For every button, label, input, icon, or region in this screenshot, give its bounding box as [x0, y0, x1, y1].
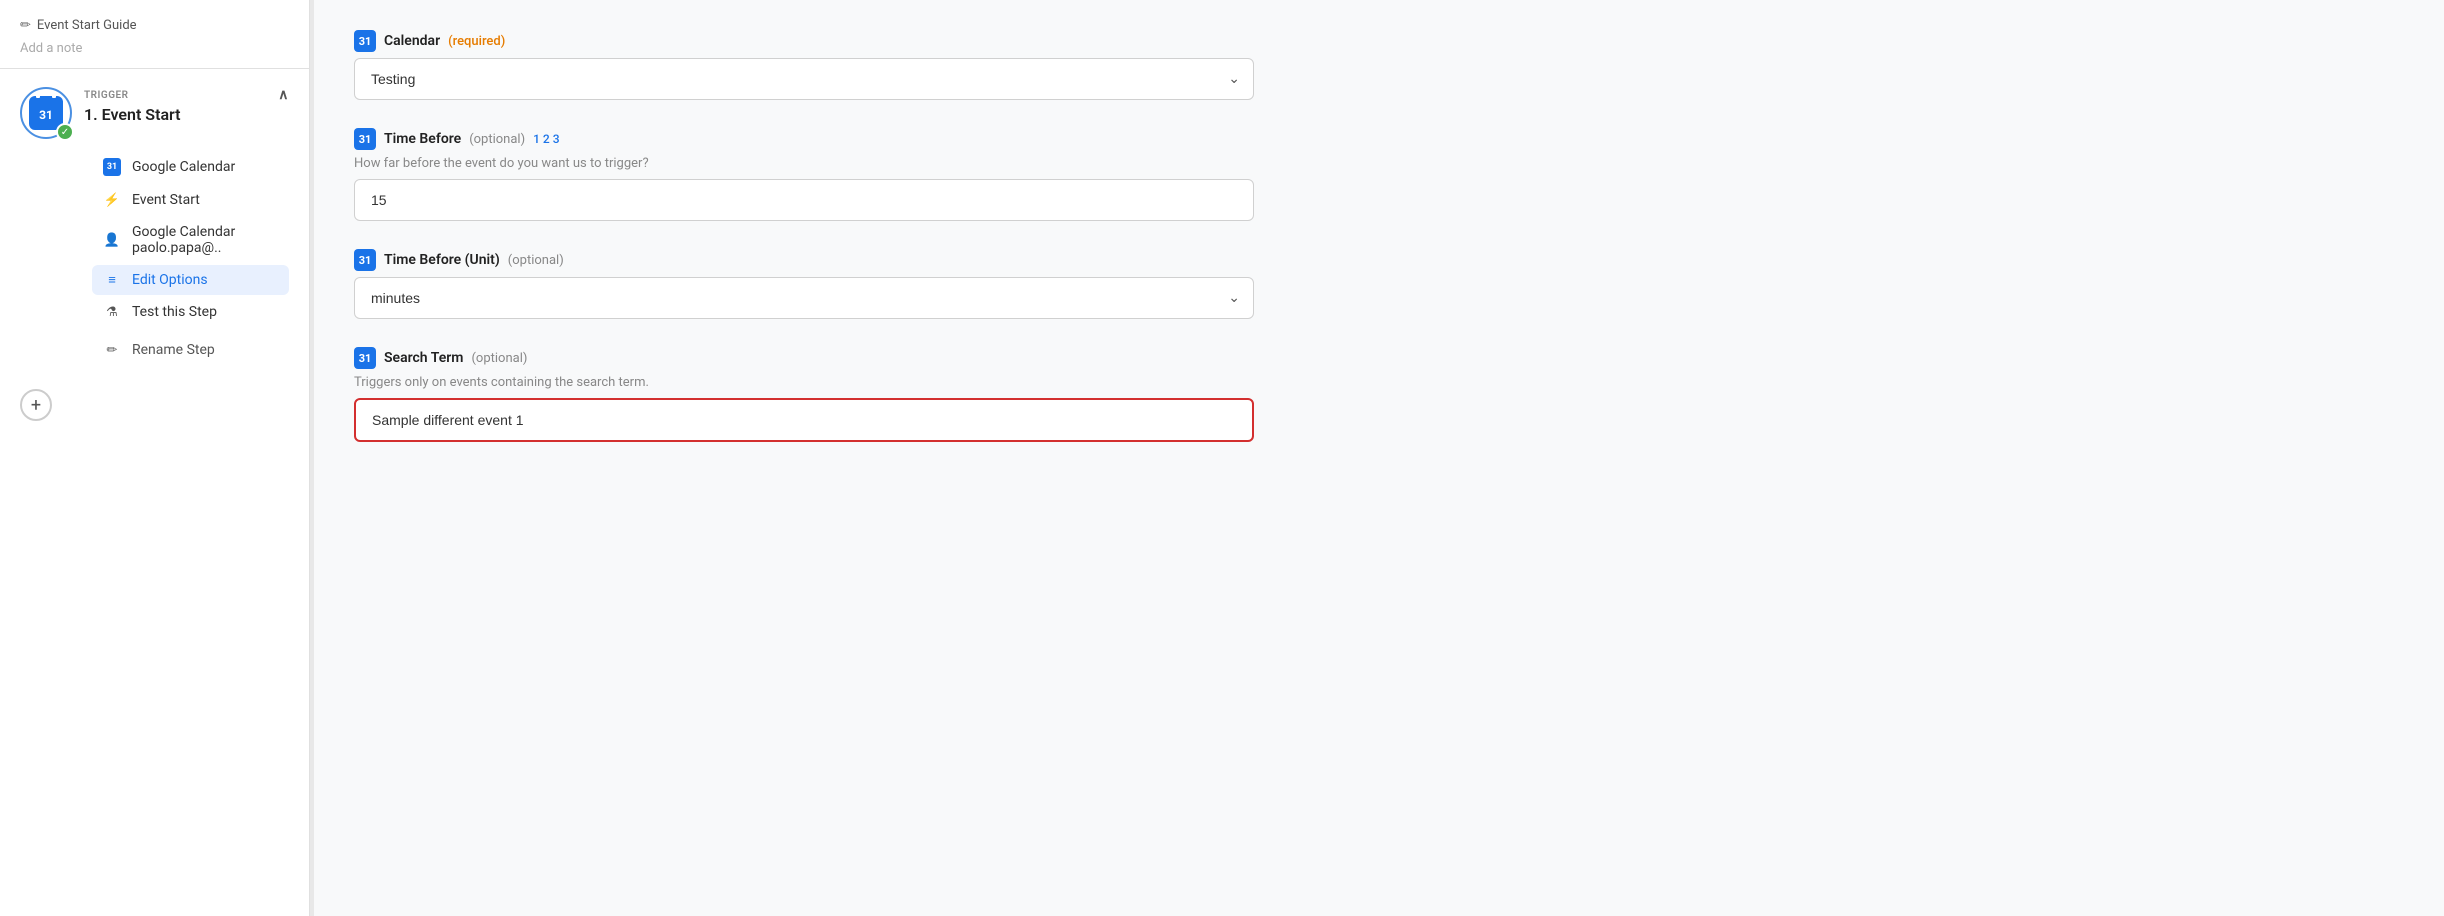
- calendar-select[interactable]: Testing: [354, 58, 1254, 100]
- trigger-info: TRIGGER ∧ 1. Event Start: [84, 87, 289, 124]
- rename-section: ✏ Rename Step: [20, 327, 289, 365]
- person-icon: 👤: [102, 233, 122, 248]
- list-icon: ≡: [102, 272, 122, 288]
- breadcrumb: Event Start Guide: [37, 18, 137, 33]
- cal-icon: 31: [102, 158, 122, 176]
- bolt-icon: ⚡: [102, 193, 122, 208]
- step-nums[interactable]: 1 2 3: [533, 132, 559, 146]
- cal-label-icon: 31: [354, 249, 376, 271]
- field-calendar: 31 Calendar (required) Testing ⌄: [354, 30, 1254, 100]
- field-time-before-unit: 31 Time Before (Unit) (optional) minutes…: [354, 249, 1254, 319]
- sidebar-item-google-calendar[interactable]: 31 Google Calendar: [92, 151, 289, 183]
- time-unit-select[interactable]: minutes hours days: [354, 277, 1254, 319]
- sub-items-list: 31 Google Calendar ⚡ Event Start 👤 Googl…: [20, 139, 289, 327]
- sidebar-item-label: Event Start: [132, 192, 200, 208]
- time-before-input[interactable]: [354, 179, 1254, 221]
- check-badge: ✓: [56, 123, 74, 141]
- field-time-before: 31 Time Before (optional) 1 2 3 How far …: [354, 128, 1254, 221]
- add-btn-row: +: [0, 365, 309, 421]
- field-label-row: 31 Time Before (Unit) (optional): [354, 249, 1254, 271]
- search-term-input[interactable]: [354, 398, 1254, 442]
- optional-badge: (optional): [508, 253, 564, 268]
- field-hint-search-term: Triggers only on events containing the s…: [354, 375, 1254, 390]
- breadcrumb-row: ✏ Event Start Guide: [20, 18, 289, 33]
- sidebar-item-label: Google Calendar: [132, 159, 235, 175]
- field-label-time-before: Time Before: [384, 131, 461, 147]
- field-search-term: 31 Search Term (optional) Triggers only …: [354, 347, 1254, 442]
- sidebar-item-label: Google Calendar paolo.papa@..: [132, 224, 279, 256]
- add-note-button[interactable]: Add a note: [20, 41, 289, 56]
- sidebar-item-label: Edit Options: [132, 272, 208, 288]
- cal-label-icon: 31: [354, 347, 376, 369]
- trigger-title: 1. Event Start: [84, 105, 289, 124]
- pencil-rename-icon: ✏: [102, 343, 122, 358]
- sidebar-item-account[interactable]: 👤 Google Calendar paolo.papa@..: [92, 217, 289, 263]
- field-label-row: 31 Search Term (optional): [354, 347, 1254, 369]
- sidebar-item-test-step[interactable]: ⚗ Test this Step: [92, 297, 289, 327]
- main-content: 31 Calendar (required) Testing ⌄ 31 Time…: [314, 0, 2444, 916]
- time-unit-select-wrap: minutes hours days ⌄: [354, 277, 1254, 319]
- trigger-row: 31 ✓ TRIGGER ∧ 1. Event Start: [20, 87, 289, 139]
- sidebar-item-event-start[interactable]: ⚡ Event Start: [92, 185, 289, 215]
- calendar-select-wrap: Testing ⌄: [354, 58, 1254, 100]
- sidebar-item-label: Test this Step: [132, 304, 217, 320]
- pencil-icon: ✏: [20, 18, 31, 33]
- cal-label-icon: 31: [354, 30, 376, 52]
- field-label-search-term: Search Term: [384, 350, 463, 366]
- field-label-row: 31 Time Before (optional) 1 2 3: [354, 128, 1254, 150]
- trigger-icon-wrap: 31 ✓: [20, 87, 72, 139]
- sidebar-item-edit-options[interactable]: ≡ Edit Options: [92, 265, 289, 295]
- field-label-time-unit: Time Before (Unit): [384, 252, 500, 268]
- add-step-button[interactable]: +: [20, 389, 52, 421]
- plus-icon: +: [31, 395, 41, 416]
- required-badge: (required): [448, 34, 505, 49]
- trigger-badge: TRIGGER ∧: [84, 87, 289, 103]
- field-hint-time-before: How far before the event do you want us …: [354, 156, 1254, 171]
- trigger-section: 31 ✓ TRIGGER ∧ 1. Event Start 31 Google …: [0, 69, 309, 365]
- optional-badge: (optional): [471, 351, 527, 366]
- rename-step-button[interactable]: ✏ Rename Step: [92, 335, 289, 365]
- sidebar-header: ✏ Event Start Guide Add a note: [0, 18, 309, 69]
- optional-badge: (optional): [469, 132, 525, 147]
- field-label-row: 31 Calendar (required): [354, 30, 1254, 52]
- flask-icon: ⚗: [102, 305, 122, 320]
- rename-label: Rename Step: [132, 342, 215, 358]
- sidebar: ✏ Event Start Guide Add a note 31 ✓ TRIG…: [0, 0, 310, 916]
- field-label-calendar: Calendar: [384, 33, 440, 49]
- cal-label-icon: 31: [354, 128, 376, 150]
- collapse-button[interactable]: ∧: [278, 87, 289, 103]
